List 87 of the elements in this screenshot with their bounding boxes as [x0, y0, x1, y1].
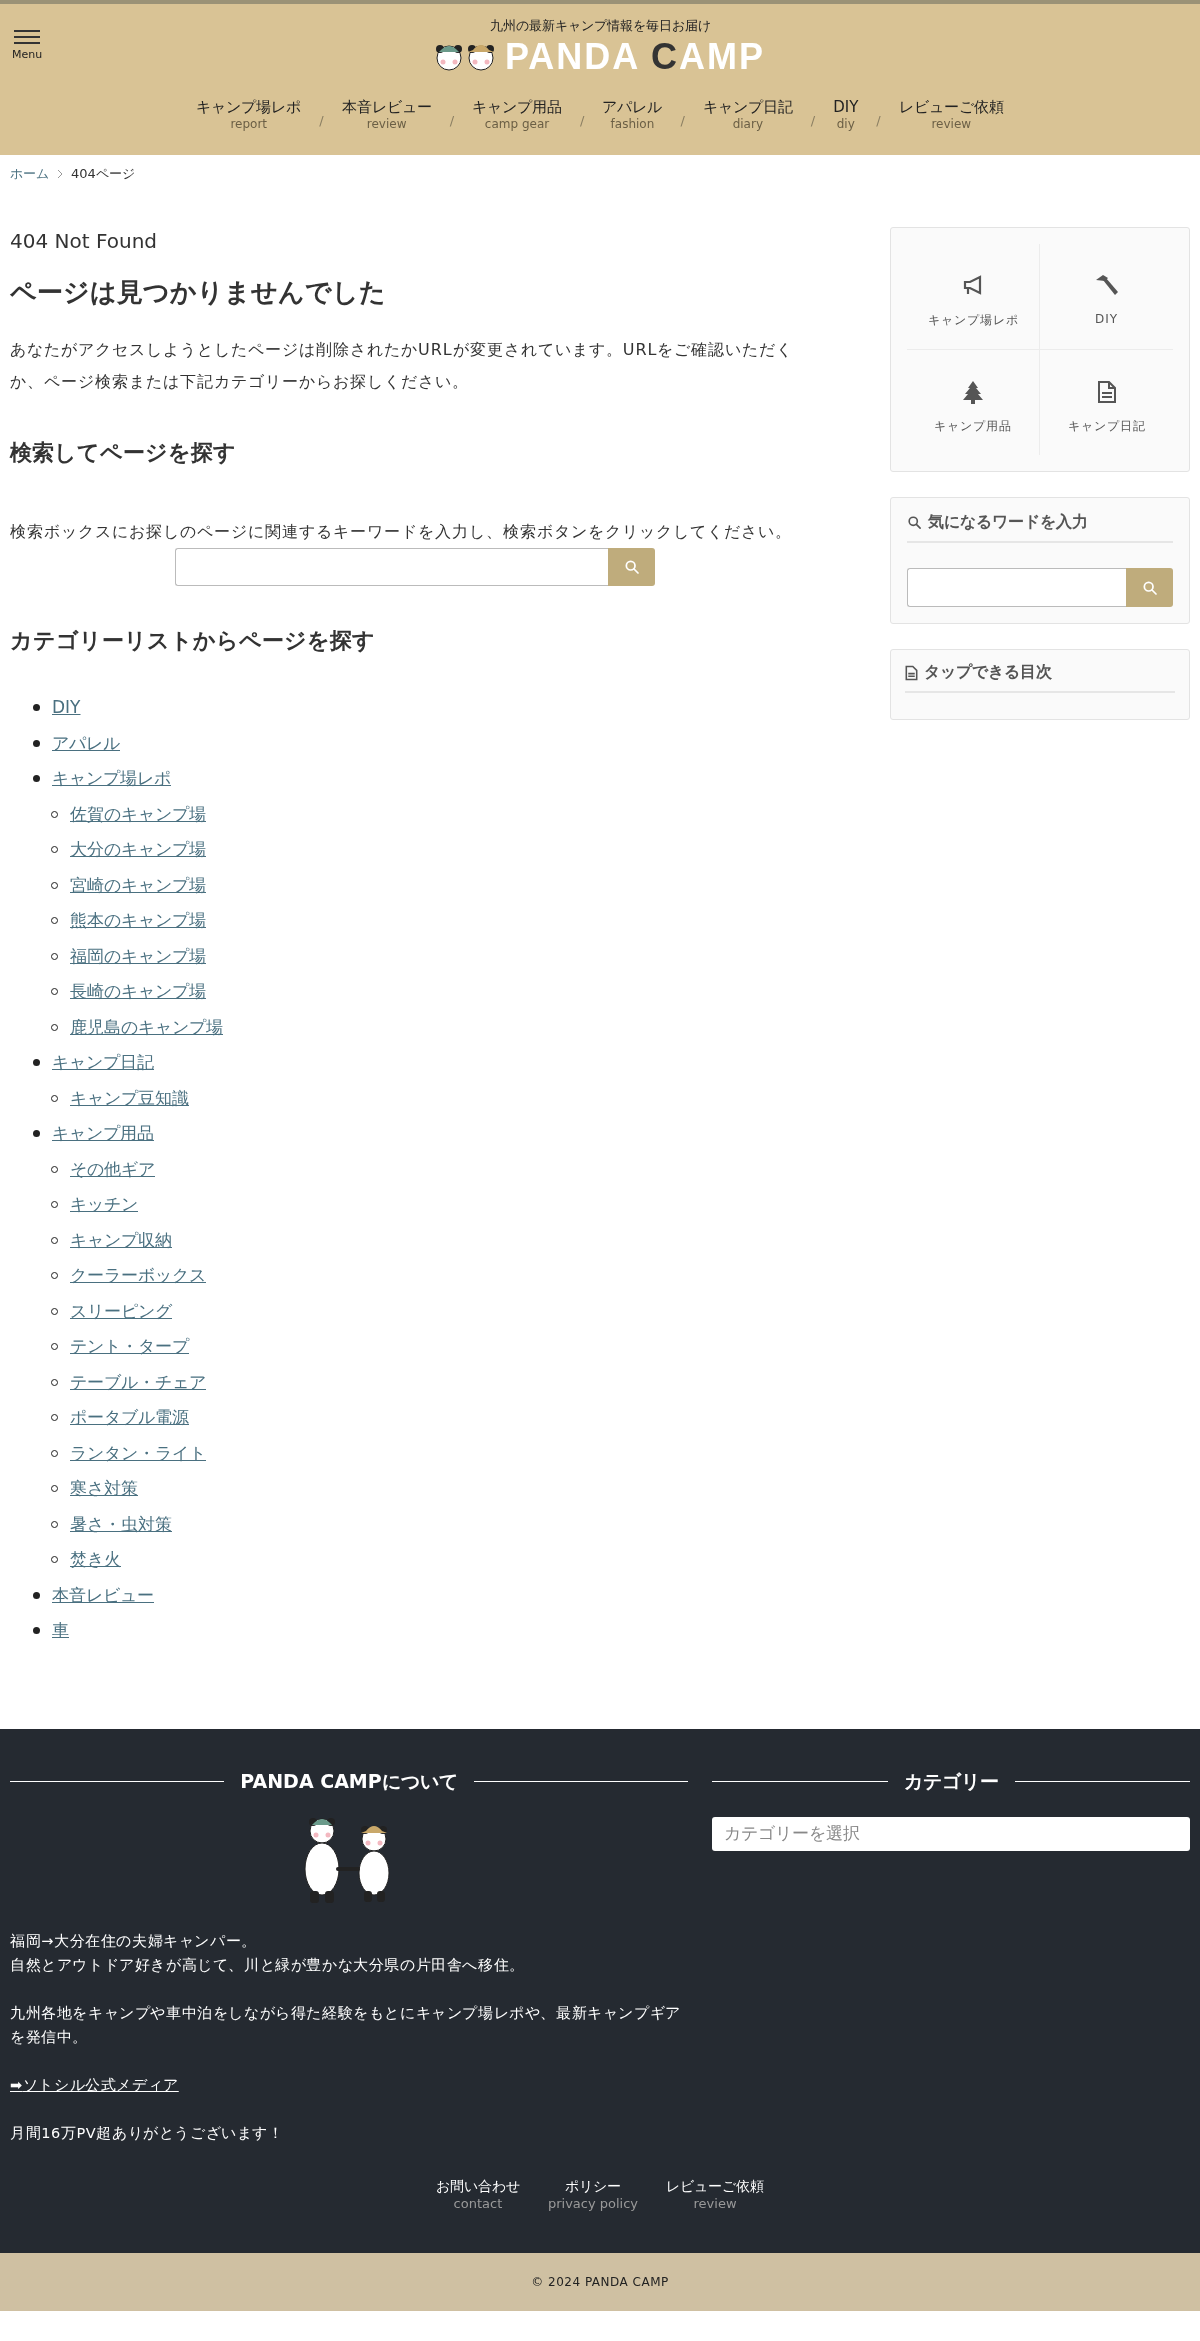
- nav-item[interactable]: レビューご依頼 review: [880, 99, 1022, 133]
- category-link[interactable]: キャンプ豆知識: [70, 1080, 189, 1116]
- document-icon: [905, 664, 918, 681]
- footer-link[interactable]: ➡ソトシル公式メディア: [10, 2076, 179, 2093]
- footer-text: 福岡→大分在住の夫婦キャンパー。 自然とアウトドア好きが高じて、川と緑が豊かな大分県の片田舎へ移住。: [10, 1931, 526, 1975]
- category-select[interactable]: カテゴリーを選択: [712, 1816, 1190, 1851]
- category-link[interactable]: 焚き火: [70, 1542, 121, 1578]
- search-button[interactable]: [1126, 568, 1173, 607]
- section-heading: 検索してページを探す: [10, 439, 237, 467]
- nav-separator: /: [449, 112, 455, 128]
- category-link[interactable]: キャンプ日記: [52, 1045, 154, 1081]
- footer-nav-link[interactable]: お問い合わせ contact: [435, 2176, 520, 2213]
- search-icon: [623, 559, 640, 575]
- search-icon: [907, 515, 922, 530]
- document-icon: [1096, 380, 1117, 404]
- bullet-icon: [33, 704, 40, 712]
- nav-item[interactable]: キャンプ場レポ report: [178, 99, 320, 133]
- category-link[interactable]: スリーピング: [70, 1293, 172, 1329]
- footer-heading: カテゴリー: [903, 1768, 999, 1794]
- category-link[interactable]: 宮崎のキャンプ場: [70, 867, 206, 903]
- breadcrumb-current: 404ページ: [71, 165, 135, 183]
- category-tile[interactable]: キャンプ場レポ: [907, 244, 1040, 350]
- search-icon: [1141, 579, 1158, 596]
- category-tile[interactable]: キャンプ日記: [1040, 350, 1173, 455]
- footer-heading: PANDA CAMPについて: [240, 1768, 458, 1794]
- nav-separator: /: [580, 112, 585, 128]
- nav-item[interactable]: キャンプ日記 diary: [684, 99, 811, 133]
- nav-item[interactable]: DIY diy: [815, 99, 877, 133]
- category-link[interactable]: ポータブル電源: [70, 1400, 189, 1436]
- footer-nav-link[interactable]: ポリシー privacy policy: [547, 2176, 639, 2213]
- nav-item[interactable]: キャンプ用品 camp gear: [454, 99, 581, 133]
- search-field[interactable]: [907, 568, 1126, 607]
- search-button[interactable]: [608, 548, 655, 586]
- category-link[interactable]: 福岡のキャンプ場: [70, 938, 206, 974]
- category-link[interactable]: 佐賀のキャンプ場: [70, 796, 206, 832]
- category-tile[interactable]: DIY: [1040, 244, 1173, 350]
- category-link[interactable]: キャンプ収納: [70, 1222, 172, 1258]
- nav-separator: /: [876, 112, 881, 128]
- footer-text: 月間16万PV超ありがとうございます！: [10, 2123, 285, 2143]
- error-code: 404 Not Found: [10, 229, 158, 253]
- nav-separator: /: [810, 112, 816, 128]
- footer-text: 九州各地をキャンプや車中泊をしながら得た経験をもとにキャンプ場レポや、最新キャンプギアを発信中。: [10, 2003, 682, 2047]
- category-link[interactable]: 鹿児島のキャンプ場: [70, 1009, 223, 1045]
- site-logo[interactable]: PANDA CAMP: [505, 37, 765, 77]
- search-instructions: 検索ボックスにお探しのページに関連するキーワードを入力し、検索ボタンをクリックしてください。: [10, 521, 793, 543]
- category-link[interactable]: キャンプ用品: [52, 1116, 154, 1152]
- category-link[interactable]: その他ギア: [70, 1151, 155, 1187]
- breadcrumb-link[interactable]: ホーム: [10, 165, 49, 183]
- category-link[interactable]: アパレル: [52, 725, 120, 761]
- menu-button[interactable]: Menu: [12, 30, 43, 61]
- category-link[interactable]: 車: [52, 1613, 69, 1649]
- page-title: ページは見つかりませんでした: [10, 276, 387, 309]
- search-box[interactable]: [907, 568, 1173, 607]
- category-link[interactable]: 暑さ・虫対策: [70, 1506, 172, 1542]
- nav-item[interactable]: 本音レビュー review: [323, 99, 450, 133]
- category-link[interactable]: キャンプ場レポ: [52, 761, 171, 797]
- bullet-icon: [33, 1130, 40, 1138]
- nav-item[interactable]: アパレル fashion: [584, 99, 681, 133]
- footer-nav-link[interactable]: レビューご依頼 review: [666, 2176, 765, 2213]
- category-link[interactable]: 寒さ対策: [70, 1471, 138, 1507]
- category-link[interactable]: DIY: [52, 690, 81, 726]
- category-link[interactable]: キッチン: [70, 1187, 138, 1223]
- copyright-text: © 2024 PANDA CAMP: [531, 2274, 669, 2289]
- bullet-icon: [33, 739, 40, 747]
- category-link[interactable]: 熊本のキャンプ場: [70, 903, 206, 939]
- bullet-icon: [33, 1591, 40, 1599]
- category-link[interactable]: クーラーボックス: [70, 1258, 206, 1294]
- section-heading: カテゴリーリストからページを探す: [10, 627, 376, 655]
- category-link[interactable]: ランタン・ライト: [70, 1435, 206, 1471]
- nav-separator: /: [680, 112, 685, 128]
- intro-text: あなたがアクセスしようとしたページは削除されたかURLが変更されています。URLをご確認いただくか、ページ検索または下記カテゴリーからお探しください。: [10, 339, 795, 393]
- bullet-icon: [33, 1627, 40, 1635]
- category-link[interactable]: 大分のキャンプ場: [70, 832, 206, 868]
- bullet-icon: [33, 775, 40, 783]
- panda-logo-drawing: [435, 42, 497, 72]
- category-tile[interactable]: キャンプ用品: [907, 350, 1040, 455]
- category-link[interactable]: 長崎のキャンプ場: [70, 974, 206, 1010]
- nav-separator: /: [319, 112, 324, 128]
- widget-title: 気になるワードを入力: [928, 512, 1088, 533]
- widget-title: タップできる目次: [924, 662, 1052, 683]
- site-tagline: 九州の最新キャンプ情報を毎日お届け: [489, 18, 711, 35]
- tree-icon: [962, 380, 984, 404]
- category-link[interactable]: テント・タープ: [70, 1329, 189, 1365]
- chevron-icon: [57, 169, 63, 179]
- bullet-icon: [33, 1059, 40, 1067]
- category-link[interactable]: テーブル・チェア: [70, 1364, 206, 1400]
- category-link[interactable]: 本音レビュー: [52, 1577, 154, 1613]
